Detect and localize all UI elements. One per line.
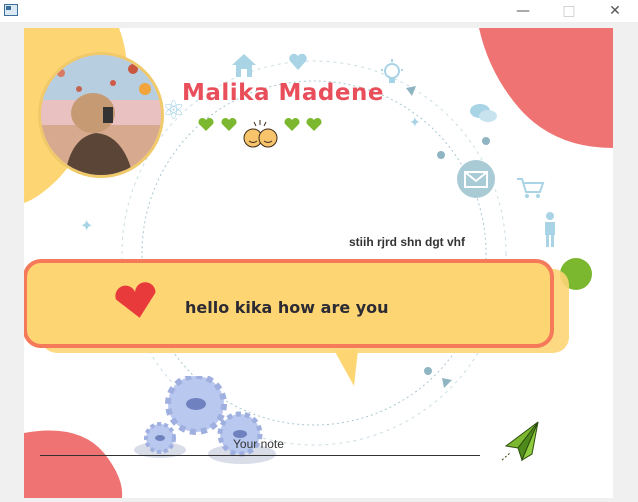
profile-card: ✦ ✦ ⚛ Malika Madene stiih rjrd shn dgt v… [24,28,613,498]
avatar[interactable] [38,52,164,178]
cart-icon [517,178,545,198]
maximize-button[interactable]: □ [546,0,592,22]
sparkle-icon: ✦ [80,216,94,235]
heart-icon [289,53,307,70]
send-plane-icon[interactable] [500,420,542,462]
close-button[interactable]: ✕ [592,0,638,22]
photo-avatar [41,55,161,175]
message-text: hello kika how are you [185,298,389,317]
title-bar: — □ ✕ [0,0,638,22]
minimize-button[interactable]: — [500,0,546,22]
person-icon [545,212,555,247]
message-bubble [24,259,569,386]
hearts-decoration [198,117,322,148]
mail-icon [457,160,495,198]
status-text: stiih rjrd shn dgt vhf [349,235,465,249]
sparkle-icon: ✦ [409,115,421,131]
home-icon [232,54,256,77]
app-window-icon [4,4,18,16]
note-input[interactable] [40,432,480,456]
chat-bubbles-icon [470,104,497,122]
profile-name: Malika Madene [182,80,384,106]
